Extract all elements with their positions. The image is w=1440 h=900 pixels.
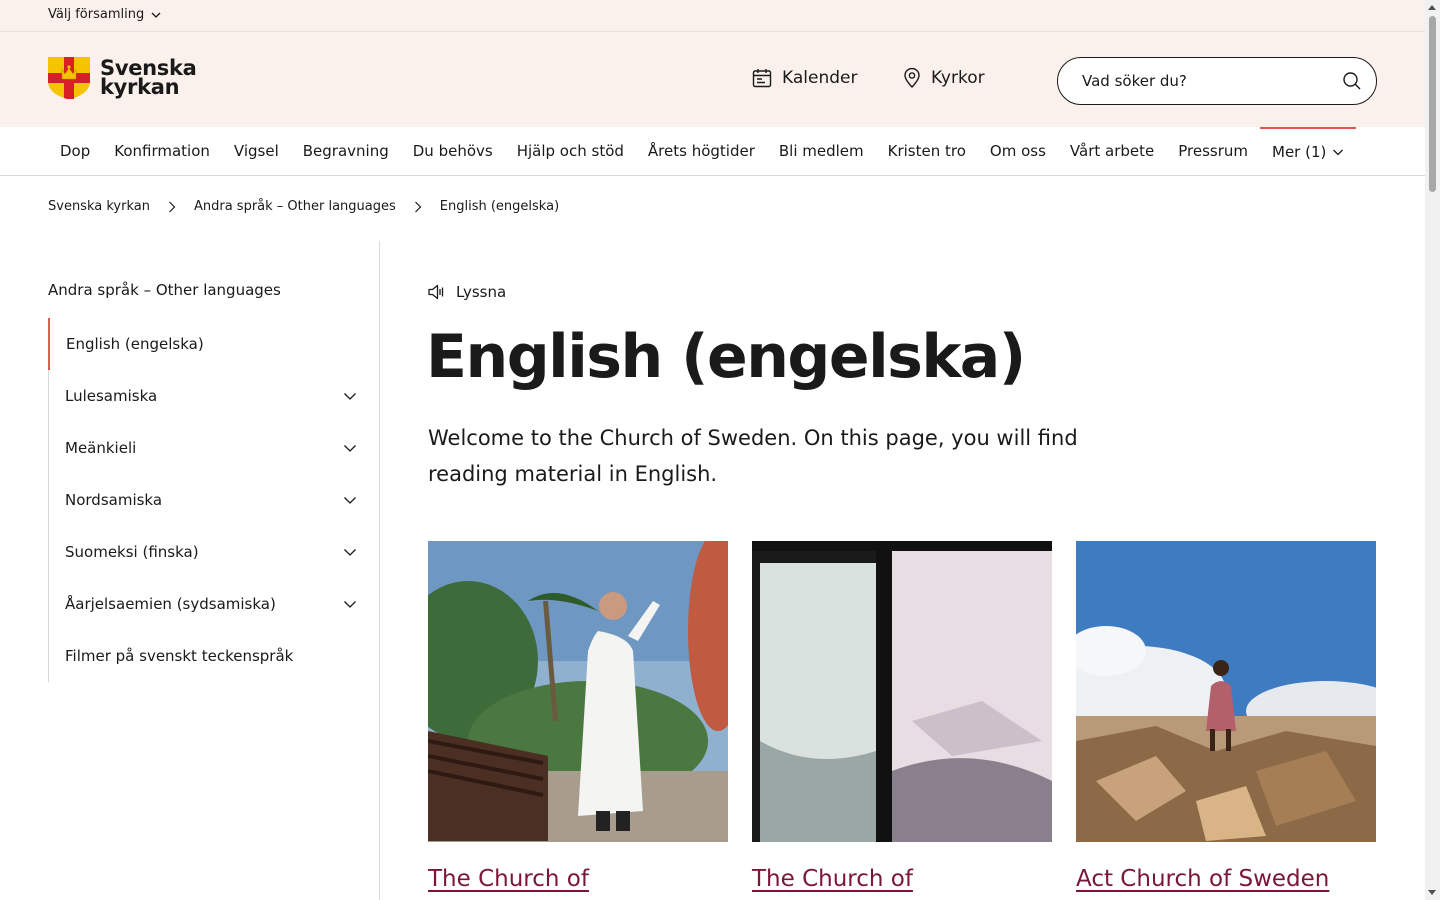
logo[interactable]: Svenska kyrkan [48, 57, 197, 99]
calendar-icon [752, 69, 772, 88]
parish-bar: Välj församling [0, 0, 1425, 32]
nav-item-arets-hogtider[interactable]: Årets högtider [636, 127, 767, 175]
nav-item-dop[interactable]: Dop [48, 127, 102, 175]
article-card: Act Church of Sweden [1076, 541, 1376, 892]
nav-item-kristen-tro[interactable]: Kristen tro [876, 127, 978, 175]
sidebar-item-label: Filmer på svenskt teckenspråk [65, 647, 294, 665]
sidebar-title[interactable]: Andra språk – Other languages [48, 281, 281, 299]
nav-item-bli-medlem[interactable]: Bli medlem [767, 127, 876, 175]
breadcrumb: Svenska kyrkan Andra språk – Other langu… [48, 199, 559, 214]
sidebar-item-meankieli[interactable]: Meänkieli [49, 422, 379, 474]
calendar-link[interactable]: Kalender [752, 68, 857, 88]
sidebar-item-label: Åarjelsaemien (sydsamiska) [65, 595, 276, 613]
card-image-act[interactable] [1076, 541, 1376, 842]
sidebar: Andra språk – Other languages English (e… [48, 241, 380, 900]
nav-more-label: Mer (1) [1272, 143, 1327, 161]
card-title-link[interactable]: The Church of [428, 866, 728, 892]
chevron-down-icon [151, 12, 161, 18]
card-list: The Church of The Church of Act Church o… [428, 541, 1376, 892]
card-title-link[interactable]: The Church of [752, 866, 1052, 892]
search-input[interactable] [1082, 72, 1342, 90]
sidebar-item-label: Suomeksi (finska) [65, 543, 199, 561]
church-of-sweden-shield-icon [48, 57, 90, 99]
page-title: English (engelska) [426, 322, 1026, 392]
nav-item-begravning[interactable]: Begravning [291, 127, 401, 175]
sidebar-item-lulesamiska[interactable]: Lulesamiska [49, 370, 379, 422]
page-intro: Welcome to the Church of Sweden. On this… [428, 426, 1078, 486]
article-card: The Church of [752, 541, 1052, 892]
sidebar-item-nordsamiska[interactable]: Nordsamiska [49, 474, 379, 526]
breadcrumb-item-other-languages[interactable]: Andra språk – Other languages [194, 199, 396, 214]
sidebar-item-label: English (engelska) [66, 335, 204, 353]
breadcrumb-item-current: English (engelska) [439, 199, 560, 214]
speaker-icon [428, 284, 444, 300]
churches-label: Kyrkor [931, 68, 985, 88]
chevron-down-icon [1333, 149, 1344, 156]
churches-link[interactable]: Kyrkor [903, 68, 985, 88]
chevron-down-icon[interactable] [343, 597, 357, 611]
search-icon[interactable] [1342, 71, 1362, 91]
main-navigation: Dop Konfirmation Vigsel Begravning Du be… [0, 127, 1425, 176]
chevron-right-icon [414, 201, 422, 213]
chevron-down-icon[interactable] [343, 545, 357, 559]
nav-item-konfirmation[interactable]: Konfirmation [102, 127, 222, 175]
chevron-right-icon [168, 201, 176, 213]
site-header: Svenska kyrkan Kalender Kyrkor [0, 32, 1425, 127]
page-scrollbar[interactable] [1425, 0, 1440, 900]
card-image-window[interactable] [752, 541, 1052, 842]
nav-item-du-behovs[interactable]: Du behövs [401, 127, 505, 175]
nav-item-pressrum[interactable]: Pressrum [1166, 127, 1260, 175]
logo-line-2: kyrkan [100, 75, 180, 99]
scroll-up-arrow-icon[interactable] [1428, 5, 1436, 10]
card-title-link[interactable]: Act Church of Sweden [1076, 866, 1376, 892]
chevron-down-icon[interactable] [343, 493, 357, 507]
parish-selector[interactable]: Välj församling [48, 7, 162, 22]
sidebar-item-english[interactable]: English (engelska) [48, 318, 379, 370]
nav-item-vigsel[interactable]: Vigsel [222, 127, 291, 175]
parish-selector-label: Välj församling [48, 7, 145, 22]
sidebar-item-sydsamiska[interactable]: Åarjelsaemien (sydsamiska) [49, 578, 379, 630]
logo-text: Svenska kyrkan [100, 58, 197, 99]
sidebar-item-label: Meänkieli [65, 439, 137, 457]
listen-button[interactable]: Lyssna [428, 283, 506, 301]
sidebar-item-teckensprak[interactable]: Filmer på svenskt teckenspråk [49, 630, 379, 682]
nav-item-hjalp-och-stod[interactable]: Hjälp och stöd [505, 127, 636, 175]
chevron-down-icon[interactable] [343, 441, 357, 455]
location-pin-icon [904, 68, 920, 88]
nav-more-button[interactable]: Mer (1) [1260, 127, 1357, 175]
sidebar-list: English (engelska) Lulesamiska Meänkieli… [48, 318, 379, 682]
nav-item-om-oss[interactable]: Om oss [978, 127, 1058, 175]
card-image-priest[interactable] [428, 541, 728, 842]
article-card: The Church of [428, 541, 728, 892]
breadcrumb-item-home[interactable]: Svenska kyrkan [48, 199, 150, 214]
chevron-down-icon[interactable] [343, 389, 357, 403]
nav-item-vart-arbete[interactable]: Vårt arbete [1058, 127, 1166, 175]
sidebar-item-label: Lulesamiska [65, 387, 158, 405]
sidebar-item-label: Nordsamiska [65, 491, 163, 509]
calendar-label: Kalender [782, 68, 858, 88]
search-box [1057, 57, 1377, 105]
scroll-down-arrow-icon[interactable] [1428, 890, 1436, 895]
scrollbar-thumb[interactable] [1429, 16, 1436, 192]
sidebar-item-suomeksi[interactable]: Suomeksi (finska) [49, 526, 379, 578]
listen-label: Lyssna [456, 283, 507, 301]
